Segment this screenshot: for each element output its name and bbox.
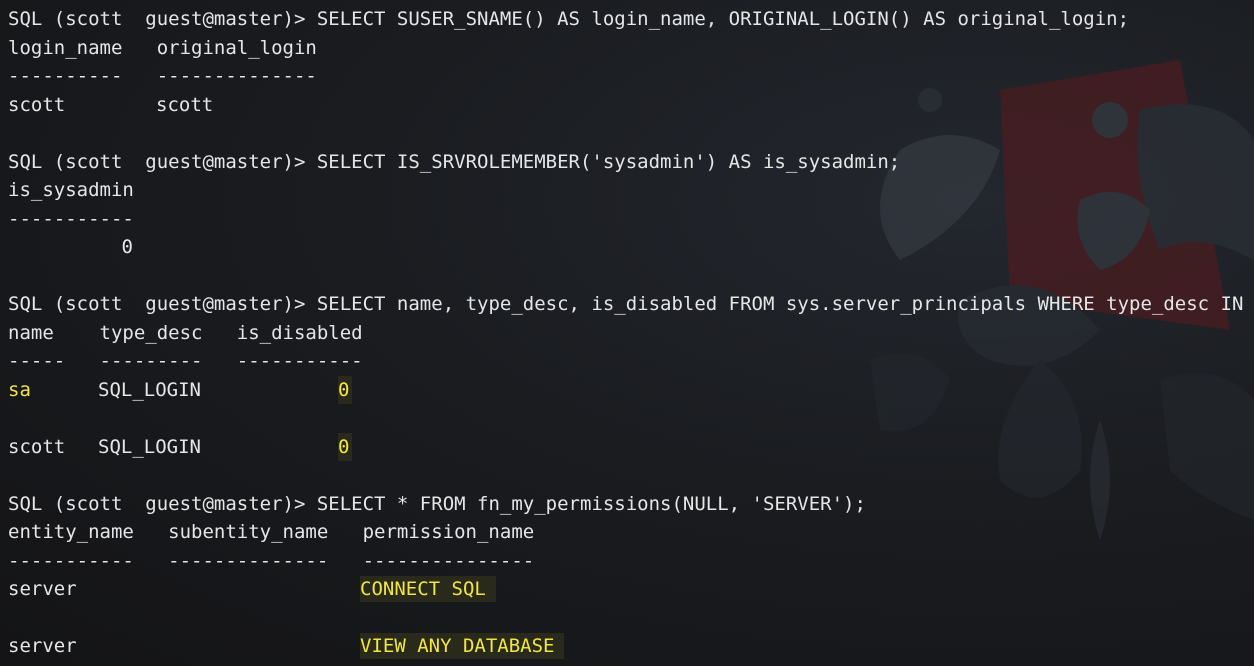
result-separator: ----- --------- ----------- [8, 350, 363, 372]
result-row: server CONNECT SQL [8, 575, 1254, 604]
sql-command: SELECT SUSER_SNAME() AS login_name, ORIG… [316, 8, 1130, 30]
sql-command: SELECT * FROM fn_my_permissions(NULL, 'S… [316, 492, 866, 515]
result-row: scott SQL_LOGIN 0 [8, 432, 1254, 462]
result-separator: ---------- -------------- [8, 65, 317, 87]
command-line: SQL (scott guest@master)> SELECT SUSER_S… [8, 5, 1254, 34]
command-line: SQL (scott guest@master)> SELECT IS_SRVR… [8, 148, 1254, 177]
cell-name: sa [8, 378, 31, 401]
prompt: SQL (scott guest@master)> [8, 8, 317, 30]
terminal-window[interactable]: SQL (scott guest@master)> SELECT SUSER_S… [0, 0, 1254, 666]
result-separator: ----------- [8, 207, 134, 230]
result-row: sa SQL_LOGIN 0 [8, 375, 1254, 405]
command-line: SQL (scott guest@master)> SELECT name, t… [8, 290, 1254, 319]
result-row: scott scott [8, 91, 1254, 120]
cell-type-desc: SQL_LOGIN [98, 435, 201, 458]
cell-original-login: scott [156, 93, 214, 116]
cell-is-sysadmin: 0 [121, 236, 133, 258]
cell-entity-name: server [8, 578, 77, 600]
cell-entity-name: server [8, 635, 77, 657]
result-header: name type_desc is_disabled [8, 321, 363, 344]
result-separator: ----------- -------------- -------------… [8, 549, 535, 572]
prompt: SQL (scott guest@master)> [8, 492, 317, 515]
result-row: 0 [8, 233, 1254, 262]
cell-login-name: scott [8, 93, 66, 116]
cell-is-disabled: 0 [338, 432, 352, 461]
cell-name: scott [8, 435, 66, 458]
cell-type-desc: SQL_LOGIN [98, 378, 201, 401]
sql-command: SELECT name, type_desc, is_disabled FROM… [316, 293, 1254, 315]
cell-permission-name: VIEW ANY DATABASE [360, 633, 565, 659]
result-row: server VIEW ANY DATABASE [8, 632, 1254, 661]
command-line: SQL (scott guest@master)> SELECT * FROM … [8, 490, 1254, 519]
result-header: login_name original_login [8, 36, 317, 59]
terminal-output: SQL (scott guest@master)> SELECT SUSER_S… [8, 5, 1254, 661]
result-header: entity_name subentity_name permission_na… [8, 521, 535, 543]
cell-is-disabled: 0 [338, 375, 352, 404]
sql-command: SELECT IS_SRVROLEMEMBER('sysadmin') AS i… [316, 150, 901, 173]
prompt: SQL (scott guest@master)> [8, 293, 317, 315]
prompt: SQL (scott guest@master)> [8, 150, 317, 173]
result-header: is_sysadmin [8, 179, 134, 201]
cell-permission-name: CONNECT SQL [360, 576, 496, 602]
